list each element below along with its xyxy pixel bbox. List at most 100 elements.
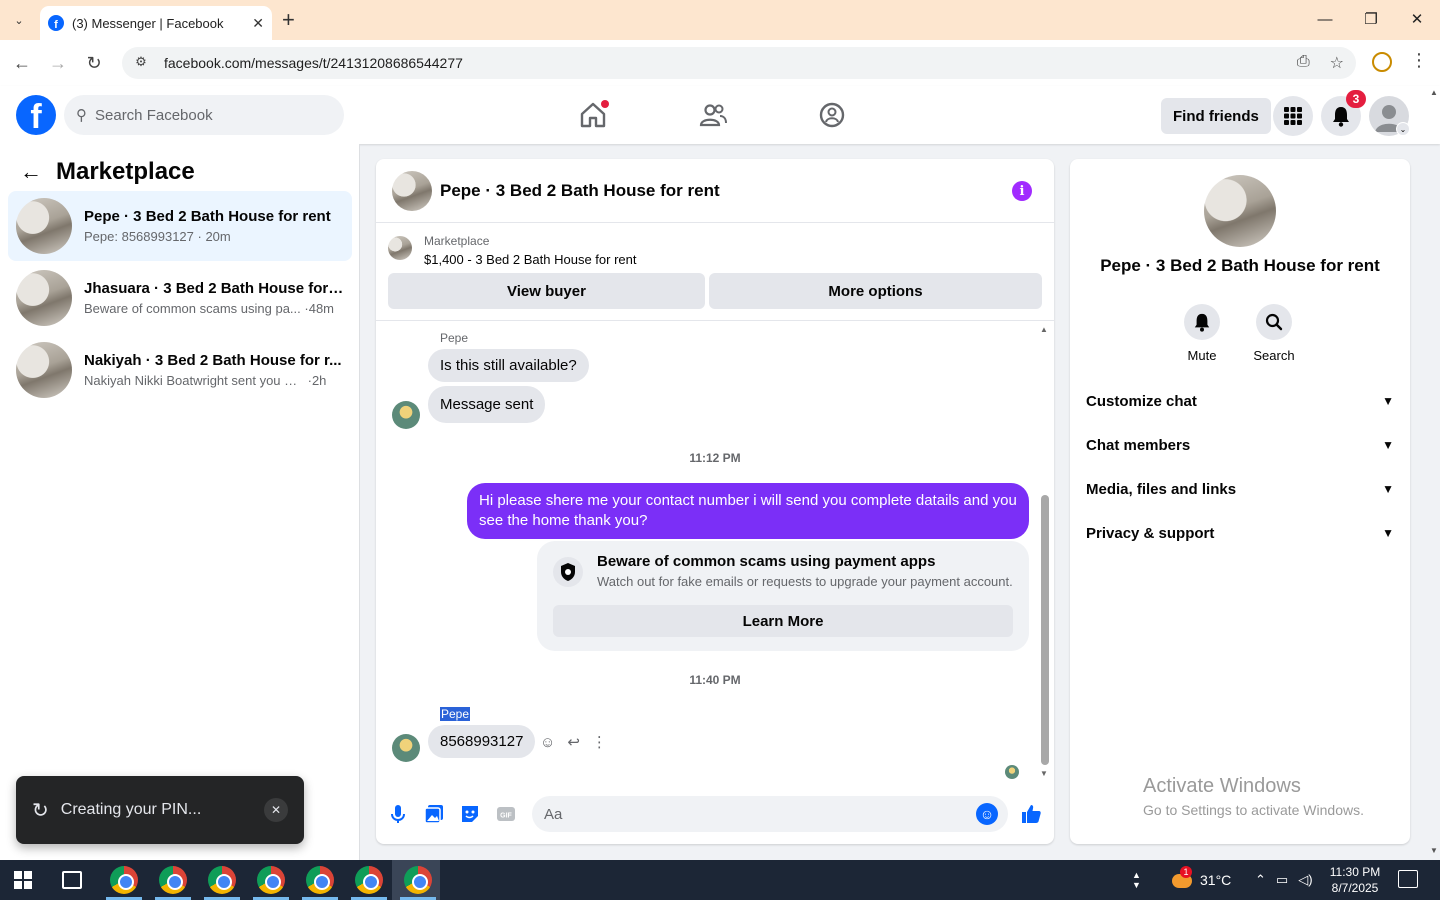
sender-name: Pepe (440, 331, 469, 345)
conversation-item-pepe[interactable]: Pepe · 3 Bed 2 Bath House for rent Pepe:… (8, 191, 352, 261)
section-chat-members[interactable]: Chat members ▼ (1086, 427, 1394, 463)
site-settings-icon[interactable]: ⚙ (132, 54, 150, 72)
scam-warning-body: Watch out for fake emails or requests to… (597, 574, 1013, 589)
url-text[interactable]: facebook.com/messages/t/2413120868654427… (164, 55, 463, 71)
sticker-icon[interactable] (459, 803, 481, 825)
facebook-logo-icon[interactable]: f (16, 95, 56, 135)
gif-icon[interactable]: GIF (495, 803, 517, 825)
react-emoji-icon[interactable]: ☺ (540, 734, 555, 751)
learn-more-button[interactable]: Learn More (553, 605, 1013, 637)
page-scroll-down-icon[interactable]: ▼ (1430, 846, 1438, 855)
reload-icon[interactable]: ↻ (82, 52, 106, 74)
section-customize-chat[interactable]: Customize chat ▼ (1086, 383, 1394, 419)
chrome-taskbar-icon[interactable] (355, 866, 383, 894)
clock-time: 11:30 PM (1329, 865, 1381, 879)
scrollbar-thumb[interactable] (1041, 495, 1049, 765)
new-tab-icon[interactable]: + (282, 8, 295, 32)
chrome-taskbar-icon[interactable] (159, 866, 187, 894)
conversation-item-nakiyah[interactable]: Nakiyah · 3 Bed 2 Bath House for r... Na… (8, 335, 352, 405)
weather-widget[interactable]: 1 31°C (1170, 860, 1231, 900)
minimize-icon[interactable]: — (1302, 6, 1348, 34)
shield-icon (553, 557, 583, 587)
details-avatar[interactable] (1204, 175, 1276, 247)
taskbar-scroll-arrows[interactable]: ▲ ▼ (1132, 860, 1141, 900)
scroll-down-icon[interactable]: ▼ (1040, 769, 1048, 778)
sender-avatar[interactable] (392, 401, 420, 429)
back-icon[interactable]: ← (10, 52, 34, 74)
volume-icon[interactable]: ◁) (1298, 872, 1312, 888)
tab-close-icon[interactable]: ✕ (252, 15, 264, 32)
facebook-search[interactable]: ⚲ (64, 95, 344, 135)
incoming-message[interactable]: 8568993127 (428, 725, 536, 758)
network-icon[interactable]: ▭ (1276, 872, 1288, 888)
message-composer: GIF ☺ (376, 789, 1054, 844)
action-center-icon[interactable] (1398, 870, 1418, 888)
toast-close-icon[interactable]: ✕ (264, 798, 288, 822)
bookmark-star-icon[interactable]: ☆ (1330, 53, 1344, 73)
friends-icon[interactable] (698, 100, 728, 130)
emoji-icon[interactable]: ☺ (976, 803, 998, 825)
section-media-files-links[interactable]: Media, files and links ▼ (1086, 471, 1394, 507)
view-buyer-button[interactable]: View buyer (388, 273, 705, 309)
conversation-time: 2h (311, 373, 327, 388)
show-hidden-icons-icon[interactable]: ⌃ (1255, 872, 1266, 888)
sender-avatar[interactable] (392, 734, 420, 762)
taskbar-clock[interactable]: 11:30 PM 8/7/2025 (1322, 864, 1388, 896)
chat-header: Pepe · 3 Bed 2 Bath House for rent i (376, 159, 1054, 223)
conversation-time: 48m (308, 301, 335, 316)
facebook-search-input[interactable] (95, 106, 315, 124)
message-input[interactable] (544, 805, 964, 823)
install-app-icon[interactable]: ⎙ (1297, 53, 1310, 73)
marketplace-listing-card: Marketplace $1,400 - 3 Bed 2 Bath House … (376, 223, 1054, 321)
conversation-preview: Pepe: 8568993127 (84, 229, 194, 244)
menu-grid-button[interactable] (1273, 96, 1313, 136)
outgoing-message[interactable]: Hi please shere me your contact number i… (467, 483, 1029, 539)
details-title: Pepe · 3 Bed 2 Bath House for rent (1100, 256, 1380, 275)
listing-thumbnail (16, 342, 72, 398)
chrome-taskbar-icon[interactable] (208, 866, 236, 894)
photo-icon[interactable] (423, 803, 445, 825)
browser-tab[interactable]: f (3) Messenger | Facebook ✕ (40, 6, 272, 40)
groups-icon[interactable] (817, 100, 847, 130)
chrome-taskbar-icon[interactable] (257, 866, 285, 894)
scam-warning-card: Beware of common scams using payment app… (537, 541, 1029, 651)
microphone-icon[interactable] (387, 803, 409, 825)
window-close-icon[interactable]: ✕ (1394, 6, 1440, 34)
page-scroll-up-icon[interactable]: ▲ (1430, 88, 1438, 97)
reply-icon[interactable]: ↩ (567, 733, 580, 751)
find-friends-button[interactable]: Find friends (1161, 98, 1271, 134)
search-action[interactable]: Search (1244, 304, 1304, 363)
omnibox[interactable]: ⚙ facebook.com/messages/t/24131208686544… (122, 47, 1356, 79)
thumbs-up-icon[interactable] (1020, 803, 1042, 825)
page-scrollbar[interactable]: ▲ ▼ (1428, 88, 1440, 860)
section-privacy-support[interactable]: Privacy & support ▼ (1086, 515, 1394, 551)
incoming-message[interactable]: Message sent (428, 386, 546, 423)
chat-avatar[interactable] (392, 170, 432, 211)
windows-start-icon[interactable] (14, 871, 32, 889)
forward-icon[interactable]: → (46, 52, 70, 74)
task-view-icon[interactable] (62, 871, 82, 889)
tab-search-icon[interactable]: ⌄ (6, 8, 32, 32)
message-input-wrapper[interactable]: ☺ (532, 796, 1008, 832)
more-options-button[interactable]: More options (709, 273, 1042, 309)
chrome-taskbar-icon[interactable] (110, 866, 138, 894)
incoming-message[interactable]: Is this still available? (428, 349, 589, 382)
info-icon[interactable]: i (1012, 181, 1032, 201)
back-arrow-icon[interactable]: ← (20, 159, 42, 185)
message-actions: ☺ ↩ ⋮ (540, 733, 607, 752)
more-actions-icon[interactable]: ⋮ (592, 733, 607, 751)
chrome-taskbar-icon[interactable] (404, 866, 432, 894)
browser-menu-icon[interactable]: ⋮ (1410, 50, 1428, 71)
mute-action[interactable]: Mute (1172, 304, 1232, 363)
thread-scrollbar[interactable]: ▲ ▼ (1038, 325, 1050, 781)
chevron-down-icon: ▼ (1382, 438, 1394, 452)
chrome-taskbar-icon[interactable] (306, 866, 334, 894)
browser-profile-icon[interactable] (1372, 52, 1392, 72)
listing-title[interactable]: $1,400 - 3 Bed 2 Bath House for rent (424, 252, 636, 267)
weather-temp: 31°C (1200, 872, 1232, 888)
scroll-up-icon[interactable]: ▲ (1040, 325, 1048, 334)
conversation-item-jhasuara[interactable]: Jhasuara · 3 Bed 2 Bath House for ... Be… (8, 263, 352, 333)
account-chevron-icon[interactable]: ⌄ (1396, 122, 1410, 136)
restore-icon[interactable]: ❐ (1348, 6, 1394, 34)
chat-title[interactable]: Pepe · 3 Bed 2 Bath House for rent (440, 181, 720, 201)
